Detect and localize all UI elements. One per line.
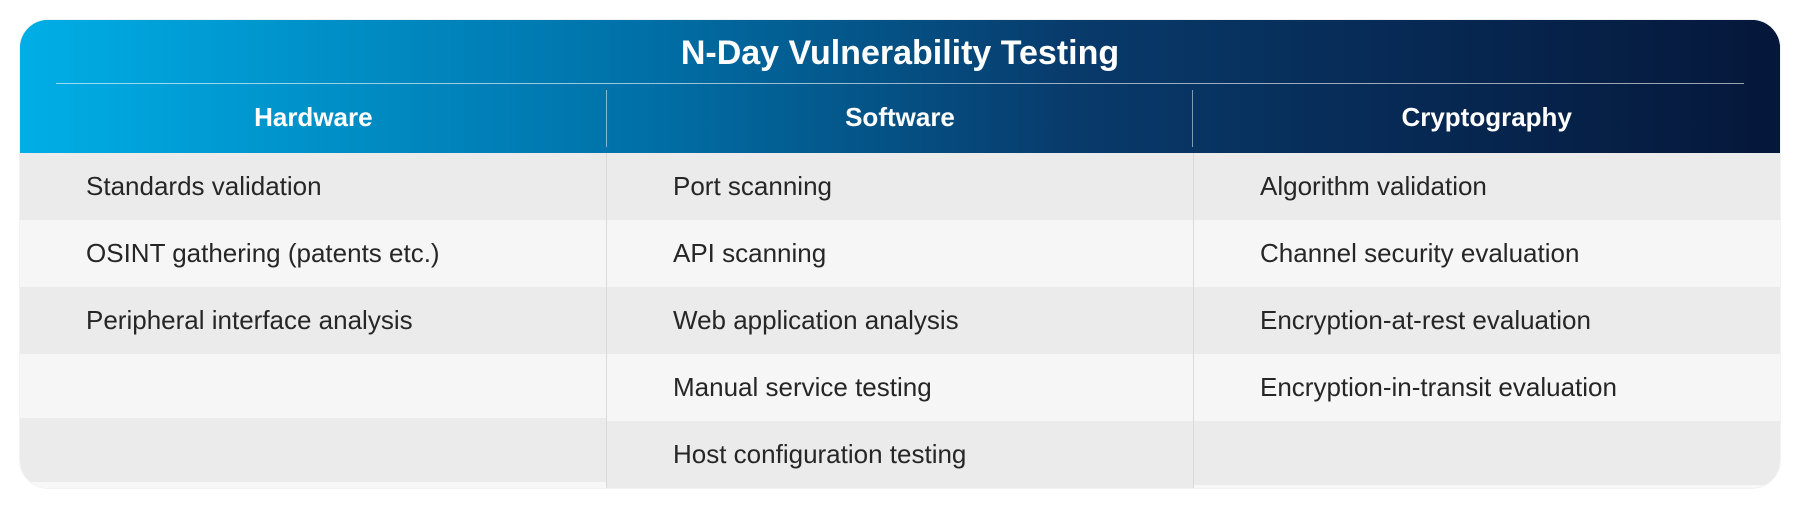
column-hardware: Standards validation OSINT gathering (pa… [20,153,607,488]
column-cryptography: Algorithm validation Channel security ev… [1194,153,1780,488]
column-header-cryptography: Cryptography [1193,84,1780,153]
list-item: Manual service testing [607,354,1193,421]
column-header-software: Software [607,84,1194,153]
list-item: Host configuration testing [607,421,1193,488]
list-item: Algorithm validation [1194,153,1780,220]
list-item: Encryption-in-transit evaluation [1194,354,1780,421]
column-header-hardware: Hardware [20,84,607,153]
list-item: Peripheral interface analysis [20,287,606,354]
list-item [20,354,606,418]
column-headers-row: Hardware Software Cryptography [20,84,1780,153]
list-item: Channel security evaluation [1194,220,1780,287]
table-title: N-Day Vulnerability Testing [20,20,1780,83]
column-software: Port scanning API scanning Web applicati… [607,153,1194,488]
table-body: Standards validation OSINT gathering (pa… [20,153,1780,488]
list-item [1194,421,1780,485]
table-header-wrap: N-Day Vulnerability Testing Hardware Sof… [20,20,1780,153]
list-item: API scanning [607,220,1193,287]
list-item: Standards validation [20,153,606,220]
list-item: Port scanning [607,153,1193,220]
list-item [20,418,606,482]
list-item: OSINT gathering (patents etc.) [20,220,606,287]
list-item: Encryption-at-rest evaluation [1194,287,1780,354]
list-item: Web application analysis [607,287,1193,354]
vulnerability-testing-table: N-Day Vulnerability Testing Hardware Sof… [20,20,1780,488]
